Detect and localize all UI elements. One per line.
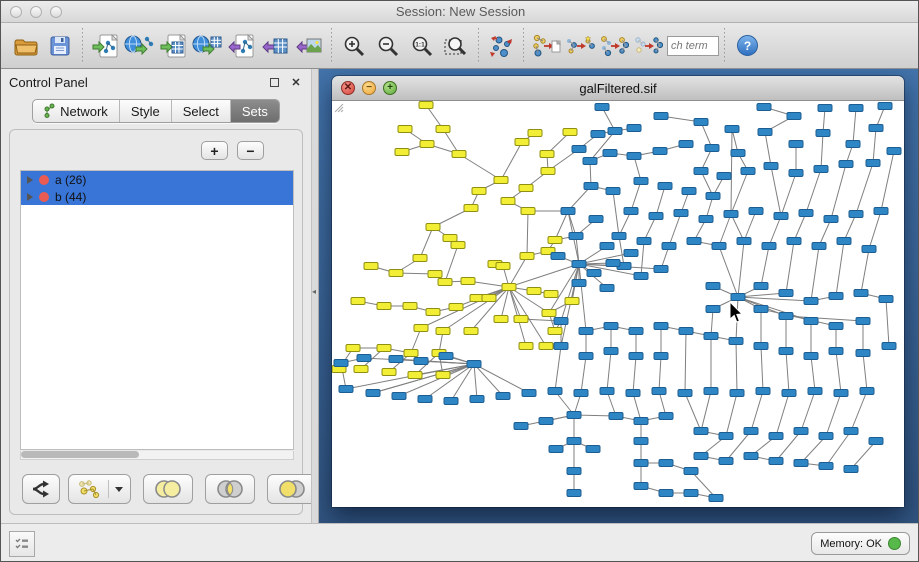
apply-layout-icon[interactable] — [484, 27, 518, 65]
network-window[interactable]: ✕ − + galFiltered.sif — [332, 76, 904, 507]
cytoscape-main-window: Session: New Session — [0, 0, 919, 562]
split-sets-button[interactable] — [22, 474, 60, 504]
import-table-url-icon[interactable] — [190, 27, 224, 65]
show-all-icon[interactable] — [597, 27, 631, 65]
set-color-dot — [39, 192, 49, 202]
help-icon[interactable]: ? — [730, 27, 764, 65]
new-network-from-selection-icon[interactable] — [529, 27, 563, 65]
button-divider — [108, 480, 109, 498]
set-color-dot — [39, 175, 49, 185]
network-graph[interactable] — [332, 101, 904, 507]
network-window-title: galFiltered.sif — [332, 81, 904, 96]
tab-sets[interactable]: Sets — [231, 100, 279, 122]
tab-style-label: Style — [131, 104, 160, 119]
checklist-icon — [14, 536, 30, 552]
network-desktop: ✕ − + galFiltered.sif — [319, 69, 919, 523]
control-panel: Control Panel ✕ Network Style Select Set… — [1, 69, 311, 523]
set-row-b[interactable]: b (44) — [21, 188, 293, 205]
tab-network[interactable]: Network — [33, 100, 120, 122]
sets-list: a (26) b (44) — [20, 170, 294, 450]
import-network-url-icon[interactable] — [122, 27, 156, 65]
tab-select[interactable]: Select — [172, 100, 231, 122]
yellow-network-icon — [76, 479, 102, 499]
zoom-fit-icon[interactable]: 1:1 — [405, 27, 439, 65]
union-sets-button[interactable] — [143, 474, 193, 504]
expander-icon[interactable] — [27, 193, 33, 201]
memory-label: Memory: OK — [820, 538, 882, 550]
search-input[interactable] — [667, 36, 719, 56]
resize-grip[interactable] — [332, 101, 344, 113]
create-set-menu-button[interactable] — [68, 474, 131, 504]
mouse-cursor — [727, 301, 747, 325]
zoom-in-icon[interactable] — [337, 27, 371, 65]
toolbar-separator — [331, 28, 332, 64]
set-row-a[interactable]: a (26) — [21, 171, 293, 188]
add-set-button[interactable]: + — [201, 141, 228, 160]
set-label: a (26) — [55, 173, 86, 187]
hide-selected-icon[interactable] — [631, 27, 665, 65]
svg-text:1:1: 1:1 — [415, 41, 425, 48]
network-canvas[interactable] — [332, 101, 904, 507]
tab-style[interactable]: Style — [120, 100, 172, 122]
toolbar-separator — [724, 28, 725, 64]
tab-sets-label: Sets — [242, 104, 268, 119]
network-tab-icon — [44, 103, 55, 119]
venn-difference-icon — [275, 478, 309, 500]
caret-down-icon[interactable] — [115, 487, 123, 492]
window-title: Session: New Session — [1, 4, 919, 19]
collapse-panel-icon[interactable]: ◂ — [312, 287, 316, 296]
float-panel-icon[interactable] — [267, 75, 281, 89]
status-bar: Memory: OK — [1, 523, 919, 562]
memory-status-dot — [888, 537, 901, 550]
fork-arrows-icon — [30, 479, 52, 499]
close-panel-icon[interactable]: ✕ — [289, 75, 303, 89]
tab-select-label: Select — [183, 104, 219, 119]
panel-splitter[interactable]: ◂ — [311, 69, 319, 523]
venn-intersection-icon — [213, 478, 247, 500]
network-window-titlebar[interactable]: ✕ − + galFiltered.sif — [332, 76, 904, 101]
sets-panel: + − a (26) b (44) — [9, 129, 303, 515]
open-session-icon[interactable] — [9, 27, 43, 65]
toolbar-separator — [82, 28, 83, 64]
window-titlebar: Session: New Session — [1, 1, 919, 23]
export-network-icon[interactable] — [224, 27, 258, 65]
save-session-icon[interactable] — [43, 27, 77, 65]
export-table-icon[interactable] — [258, 27, 292, 65]
first-neighbors-icon[interactable] — [563, 27, 597, 65]
export-image-icon[interactable] — [292, 27, 326, 65]
control-panel-title: Control Panel — [9, 75, 259, 90]
horizontal-scrollbar[interactable] — [20, 451, 294, 460]
toolbar-separator — [478, 28, 479, 64]
intersect-sets-button[interactable] — [205, 474, 255, 504]
memory-indicator[interactable]: Memory: OK — [811, 532, 910, 555]
import-network-file-icon[interactable] — [88, 27, 122, 65]
zoom-selected-icon[interactable] — [439, 27, 473, 65]
set-label: b (44) — [55, 190, 86, 204]
expander-icon[interactable] — [27, 176, 33, 184]
toolbar-separator — [523, 28, 524, 64]
scrollbar-thumb[interactable] — [21, 451, 139, 458]
task-history-button[interactable] — [9, 531, 35, 557]
zoom-out-icon[interactable] — [371, 27, 405, 65]
main-toolbar: 1:1 ? — [1, 23, 919, 69]
svg-text:?: ? — [743, 39, 750, 53]
import-table-file-icon[interactable] — [156, 27, 190, 65]
tab-network-label: Network — [60, 104, 108, 119]
difference-sets-button[interactable] — [267, 474, 317, 504]
venn-union-icon — [151, 478, 185, 500]
remove-set-button[interactable]: − — [237, 141, 264, 160]
